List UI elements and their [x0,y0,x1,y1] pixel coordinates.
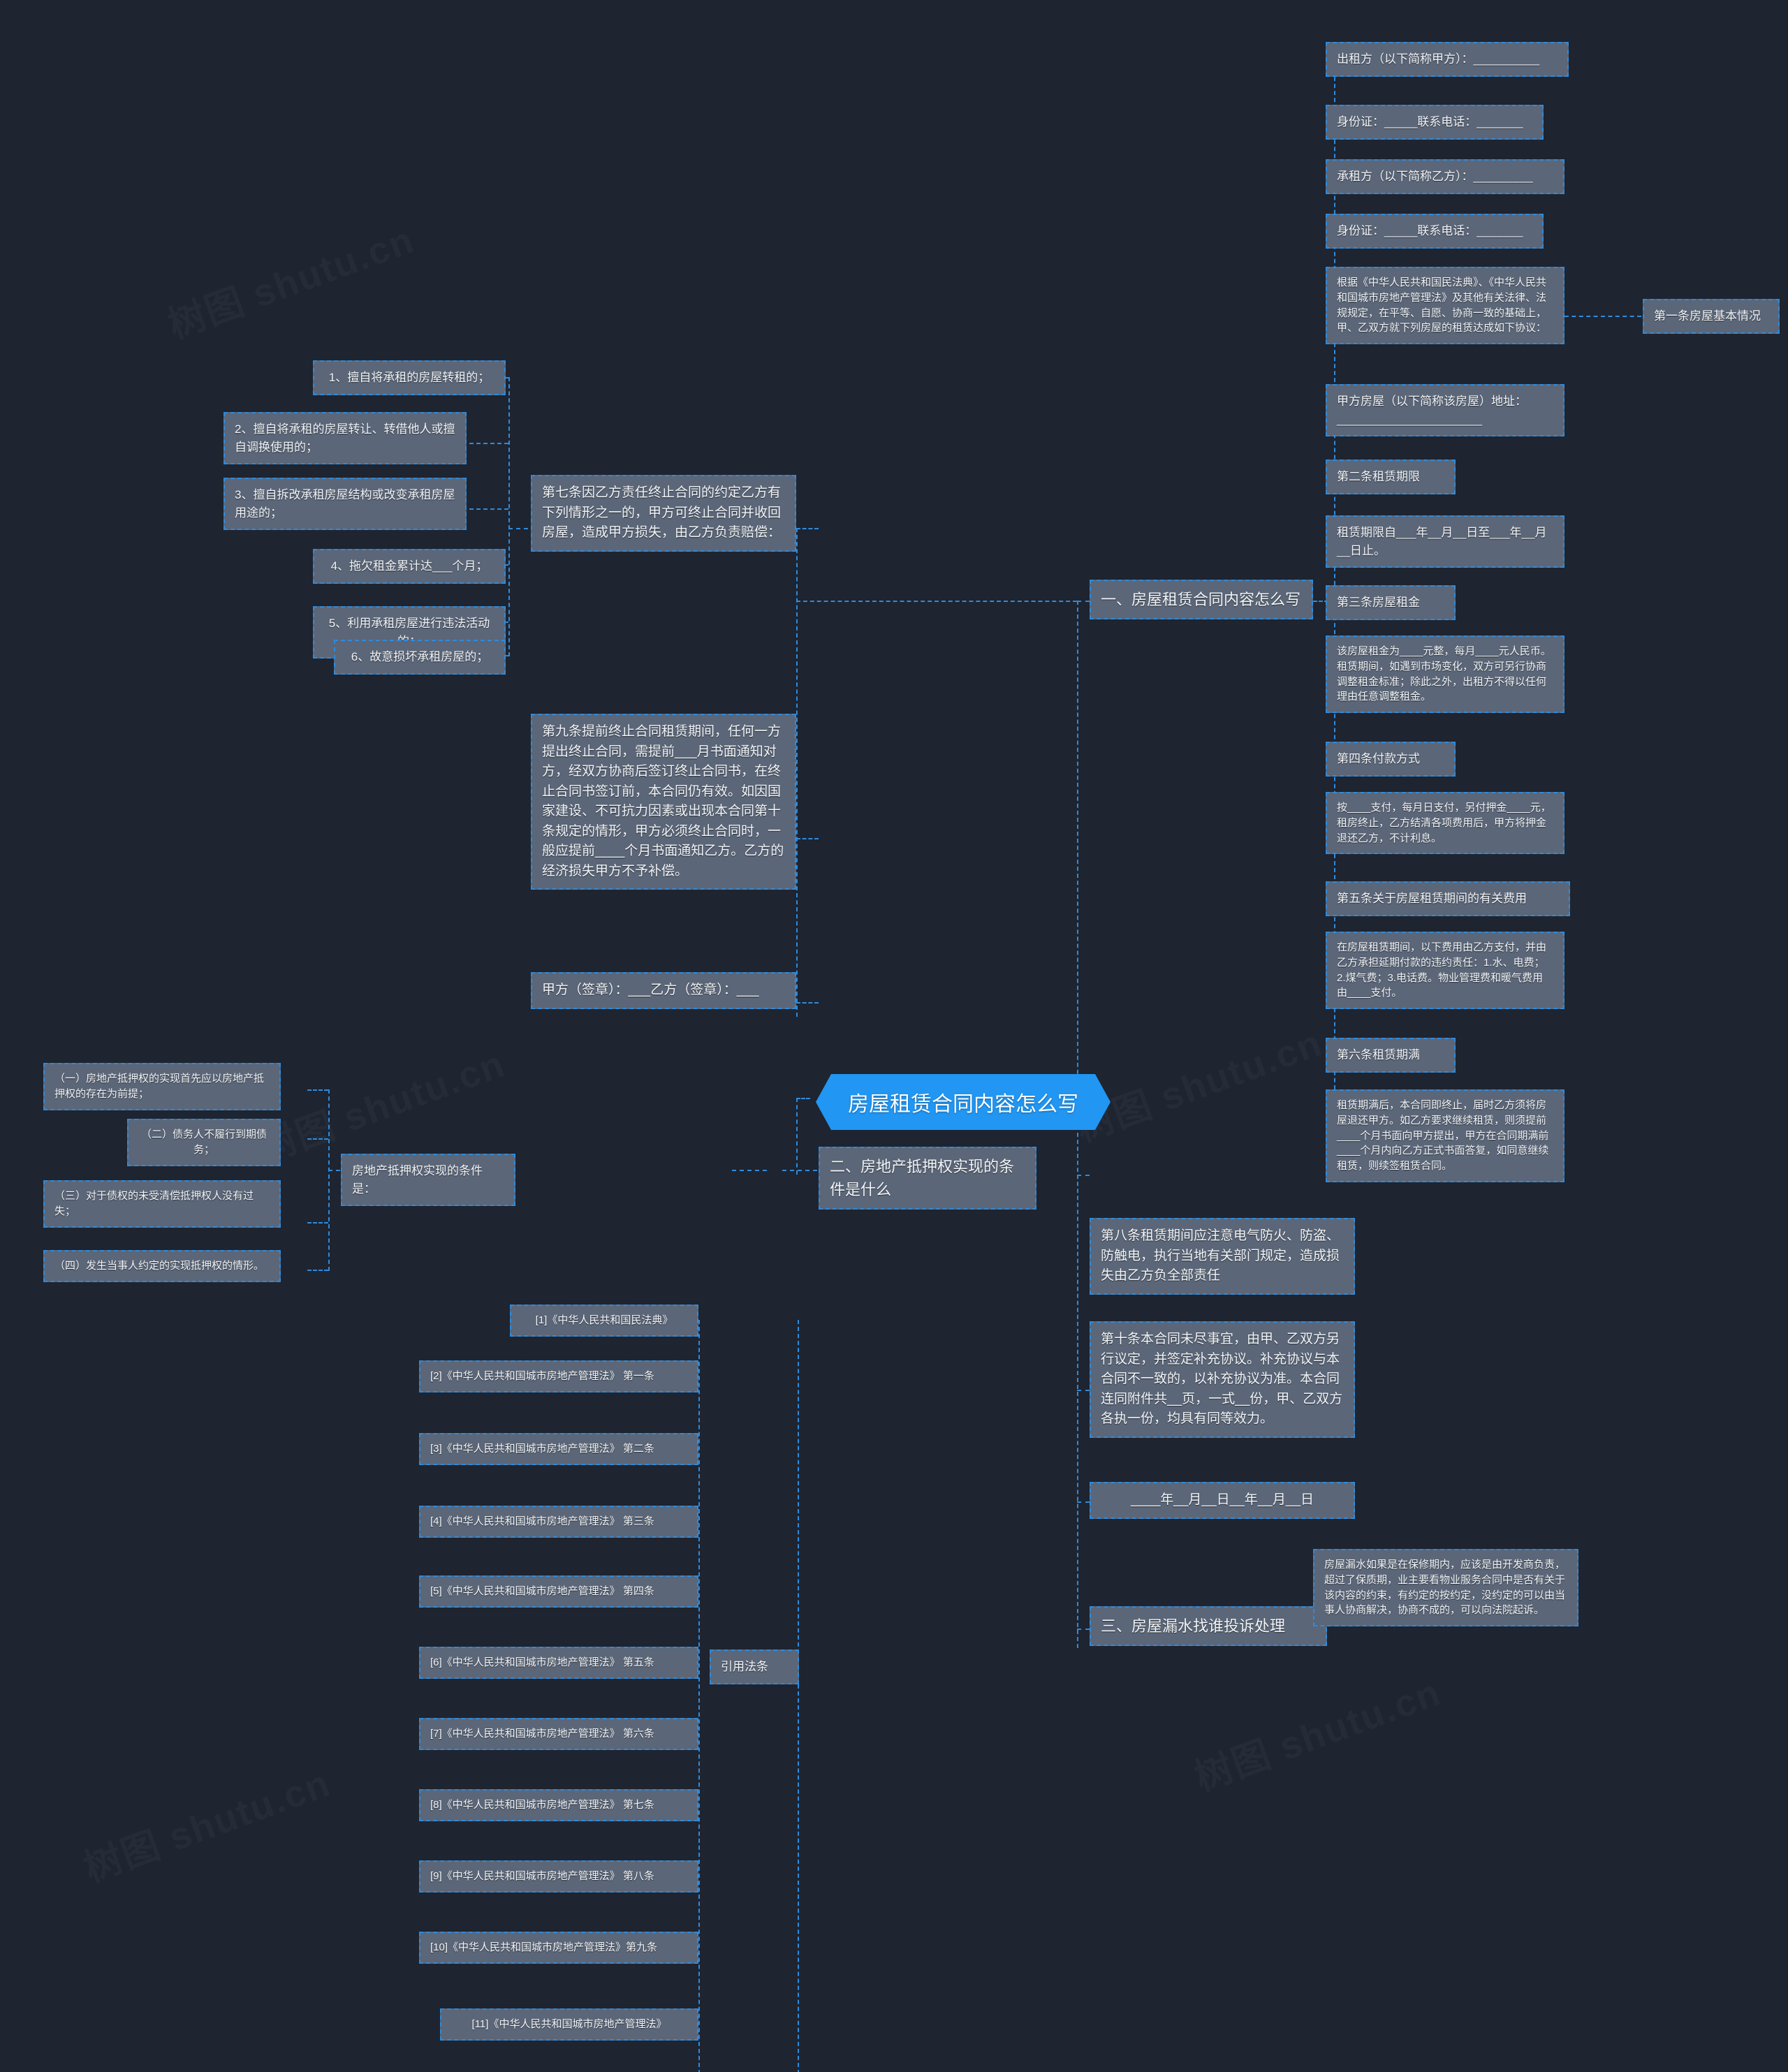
citation-item[interactable]: [1]《中华人民共和国民法典》 [510,1305,698,1337]
node-clause1-title[interactable]: 第一条房屋基本情况 [1643,299,1780,334]
node-tenant-id[interactable]: 身份证：_____联系电话：_______ [1326,214,1544,249]
connector [1077,1175,1090,1176]
node-landlord[interactable]: 出租方（以下简称甲方）：__________ [1326,42,1569,77]
node-clause10[interactable]: 第十条本合同未尽事宜，由甲、乙双方另行议定，并签定补充协议。补充协议与本合同不一… [1090,1321,1355,1438]
node-leak-complaint-body[interactable]: 房屋漏水如果是在保修期内，应该是由开发商负责，超过了保质期，业主要看物业服务合同… [1313,1549,1578,1626]
connector [328,1089,330,1271]
connector [796,1098,798,1175]
connector [307,1222,328,1224]
connector [508,377,510,656]
connector [782,1170,817,1171]
connector [469,443,508,444]
connector [508,528,528,529]
watermark: 树图 shutu.cn [250,1033,512,1173]
citation-item[interactable]: [10]《中华人民共和国城市房地产管理法》第九条 [419,1932,698,1964]
node-clause6-title[interactable]: 第六条租赁期满 [1326,1038,1456,1073]
node-clause3-title[interactable]: 第三条房屋租金 [1326,585,1456,620]
node-landlord-id[interactable]: 身份证：_____联系电话：_______ [1326,105,1544,140]
node-clause2-title[interactable]: 第二条租赁期限 [1326,460,1456,494]
branch-two-label[interactable]: 二、房地产抵押权实现的条件是什么 [819,1147,1036,1210]
connector [307,1138,328,1140]
connector [796,1002,819,1004]
watermark: 树图 shutu.cn [75,1752,337,1893]
node-mortgage-conditions-label[interactable]: 房地产抵押权实现的条件是： [341,1154,515,1206]
citation-item[interactable]: [9]《中华人民共和国城市房地产管理法》 第八条 [419,1860,698,1893]
citation-item[interactable]: [8]《中华人民共和国城市房地产管理法》 第七条 [419,1789,698,1821]
branch-three-label[interactable]: 三、房屋漏水找谁投诉处理 [1090,1606,1327,1646]
node-clause6-body[interactable]: 租赁期满后，本合同即终止，届时乙方须将房屋退还甲方。如乙方要求继续租赁，则须提前… [1326,1089,1564,1182]
connector [1077,601,1090,602]
connector [698,1320,700,2072]
node-mortgage-item-2[interactable]: （二）债务人不履行到期债务； [127,1119,281,1166]
node-clause7-item-3[interactable]: 3、擅自拆改承租房屋结构或改变承租房屋用途的； [224,478,467,530]
node-mortgage-item-1[interactable]: （一）房地产抵押权的实现首先应以房地产抵押权的存在为前提； [43,1063,281,1110]
node-house-address[interactable]: 甲方房屋（以下简称该房屋）地址：______________________ [1326,384,1564,436]
citation-item[interactable]: [2]《中华人民共和国城市房地产管理法》 第一条 [419,1360,698,1393]
node-clause7-item-6[interactable]: 6、故意损坏承租房屋的； [334,640,506,675]
connector [796,838,819,839]
connector [469,508,508,510]
node-clause5-title[interactable]: 第五条关于房屋租赁期间的有关费用 [1326,881,1570,916]
node-mortgage-item-4[interactable]: （四）发生当事人约定的实现抵押权的情形。 [43,1250,281,1282]
watermark: 树图 shutu.cn [1186,1661,1448,1802]
node-clause7-item-4[interactable]: 4、拖欠租金累计达___个月； [313,549,506,584]
node-clause4-body[interactable]: 按____支付，每月日支付，另付押金____元，租房终止，乙方结清各项费用后，甲… [1326,792,1564,855]
citation-item[interactable]: [4]《中华人民共和国城市房地产管理法》 第三条 [419,1506,698,1538]
watermark: 树图 shutu.cn [159,209,421,349]
connector [307,1089,328,1091]
mindmap-canvas: 树图 shutu.cn 树图 shutu.cn 树图 shutu.cn 树图 s… [0,0,1788,2072]
node-clause7-item-1[interactable]: 1、擅自将承租的房屋转租的； [313,360,506,395]
connector [796,1098,810,1099]
node-clause2-body[interactable]: 租赁期限自___年__月__日至___年__月__日止。 [1326,515,1564,568]
connector [1564,316,1641,317]
citations-label[interactable]: 引用法条 [710,1649,799,1684]
node-clause3-body[interactable]: 该房屋租金为____元整，每月____元人民币。租赁期间，如遇到市场变化，双方可… [1326,635,1564,713]
connector [307,1270,328,1271]
root-node[interactable]: 房屋租赁合同内容怎么写 [816,1074,1111,1130]
branch-one-label[interactable]: 一、房屋租赁合同内容怎么写 [1090,580,1313,619]
node-clause4-title[interactable]: 第四条付款方式 [1326,742,1456,777]
citation-item[interactable]: [3]《中华人民共和国城市房地产管理法》 第二条 [419,1433,698,1465]
connector [1077,1390,1090,1391]
node-clause5-body[interactable]: 在房屋租赁期间，以下费用由乙方支付，并由乙方承担延期付款的违约责任：1.水、电费… [1326,932,1564,1009]
connector [1077,1629,1090,1630]
connector [796,528,819,529]
citation-item[interactable]: [5]《中华人民共和国城市房地产管理法》 第四条 [419,1575,698,1608]
node-date-line[interactable]: ____年__月__日__年__月__日 [1090,1482,1355,1519]
connector [798,1320,799,2072]
citation-item[interactable]: [11]《中华人民共和国城市房地产管理法》 [440,2008,698,2041]
node-signature[interactable]: 甲方（签章）：___乙方（签章）：___ [531,972,796,1009]
watermark: 树图 shutu.cn [1067,1012,1329,1152]
connector [796,601,1077,602]
connector [732,1170,767,1171]
citation-item[interactable]: [7]《中华人民共和国城市房地产管理法》 第六条 [419,1718,698,1750]
node-clause8[interactable]: 第八条租赁期间应注意电气防火、防盗、防触电，执行当地有关部门规定，造成损失由乙方… [1090,1218,1355,1295]
node-mortgage-item-3[interactable]: （三）对于债权的未受清偿抵押权人没有过失； [43,1180,281,1228]
node-tenant[interactable]: 承租方（以下简称乙方）：_________ [1326,159,1564,194]
citation-item[interactable]: [6]《中华人民共和国城市房地产管理法》 第五条 [419,1647,698,1679]
node-clause7-item-2[interactable]: 2、擅自将承租的房屋转让、转借他人或擅自调换使用的； [224,412,467,464]
connector [1077,1501,1090,1503]
node-preamble[interactable]: 根据《中华人民共和国民法典》、《中华人民共和国城市房地产管理法》及其他有关法律、… [1326,267,1564,344]
node-clause9[interactable]: 第九条提前终止合同租赁期间，任何一方提出终止合同，需提前___月书面通知对方，经… [531,714,796,890]
node-clause7[interactable]: 第七条因乙方责任终止合同的约定乙方有下列情形之一的，甲方可终止合同并收回房屋，造… [531,475,796,552]
